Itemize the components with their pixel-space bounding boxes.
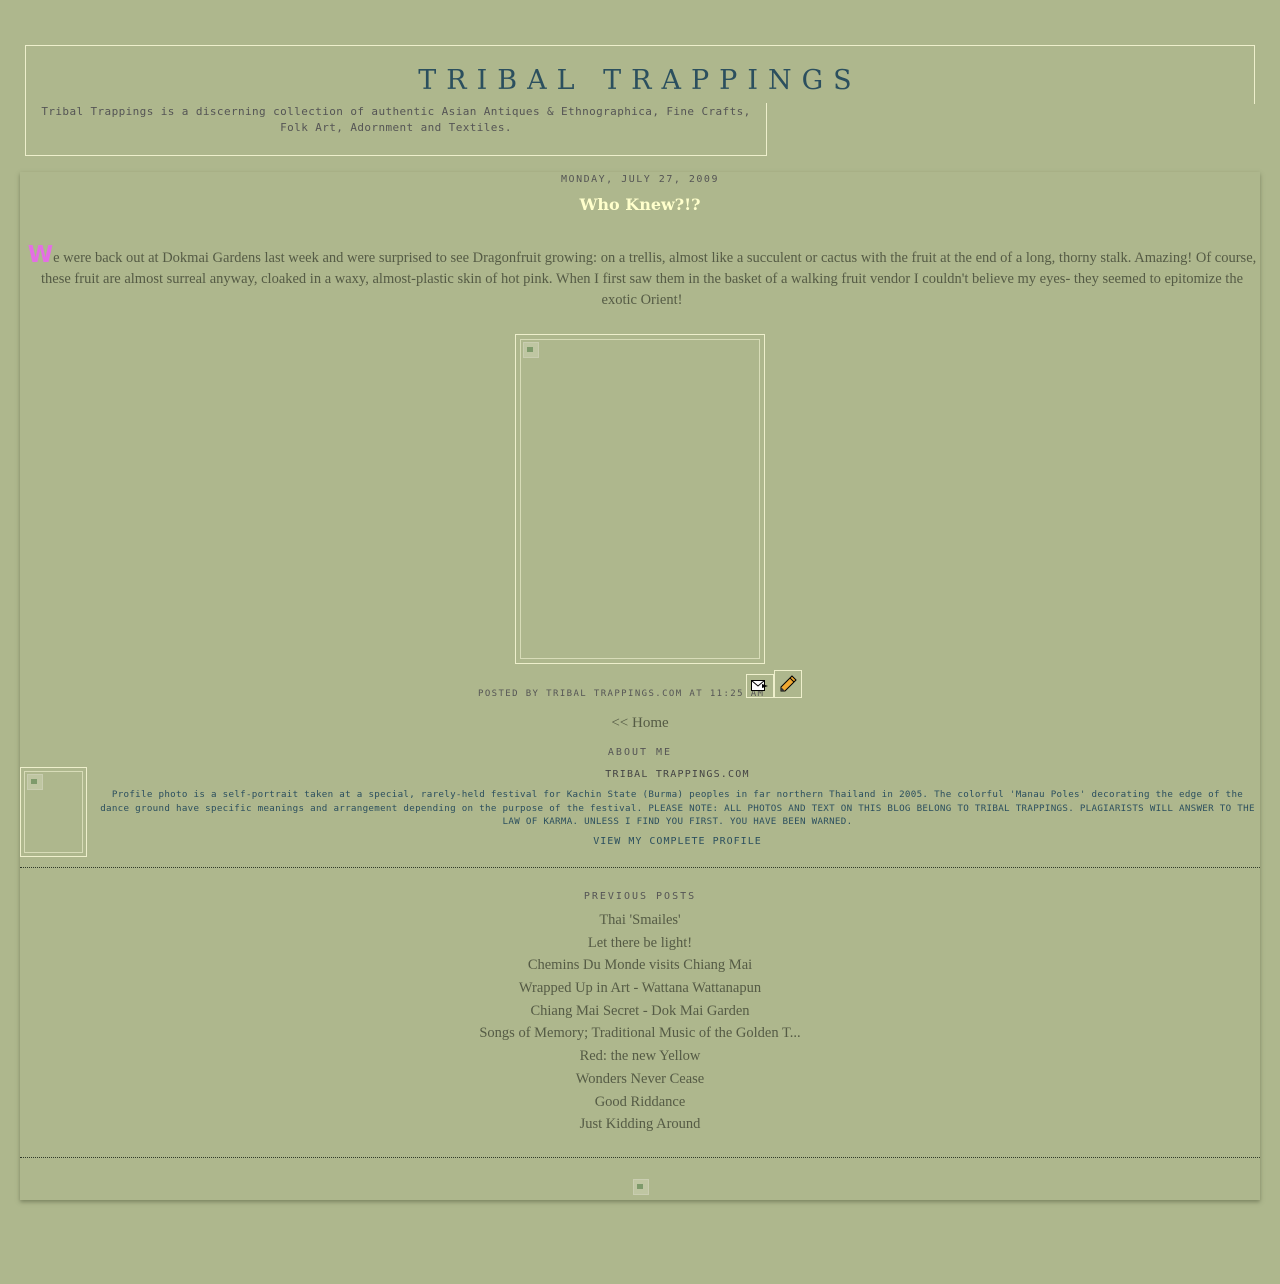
broken-image-icon bbox=[523, 342, 539, 358]
section-divider bbox=[20, 867, 1260, 868]
post-footer: POSTED BY TRIBAL TRAPPINGS.COM AT 11:25 … bbox=[478, 689, 765, 699]
edit-post-button[interactable] bbox=[774, 670, 802, 698]
profile-description: Profile photo is a self-portrait taken a… bbox=[100, 789, 1255, 827]
previous-post-link[interactable]: Thai 'Smailes' bbox=[0, 909, 1280, 932]
previous-posts-heading: PREVIOUS POSTS bbox=[583, 891, 697, 902]
previous-posts-list: Thai 'Smailes' Let there be light! Chemi… bbox=[0, 909, 1280, 1136]
profile-photo-inner bbox=[24, 771, 83, 853]
previous-post-link[interactable]: Good Riddance bbox=[0, 1091, 1280, 1114]
about-me-heading: ABOUT ME bbox=[607, 747, 673, 758]
email-post-icon bbox=[751, 680, 768, 691]
post-title[interactable]: Who Knew?!? bbox=[0, 194, 1280, 216]
profile-photo[interactable] bbox=[20, 767, 87, 857]
view-profile-link[interactable]: VIEW MY COMPLETE PROFILE bbox=[100, 835, 1255, 849]
powered-by-badge[interactable] bbox=[633, 1179, 649, 1195]
drop-cap-letter: W bbox=[27, 242, 54, 268]
previous-post-link[interactable]: Chiang Mai Secret - Dok Mai Garden bbox=[0, 1000, 1280, 1023]
section-divider bbox=[20, 1157, 1260, 1158]
previous-post-link[interactable]: Just Kidding Around bbox=[0, 1113, 1280, 1136]
post-body-text: e were back out at Dokmai Gardens last w… bbox=[41, 250, 1257, 308]
previous-post-link[interactable]: Red: the new Yellow bbox=[0, 1045, 1280, 1068]
blog-title[interactable]: TRIBAL TRAPPINGS bbox=[25, 62, 1255, 100]
previous-post-link[interactable]: Wonders Never Cease bbox=[0, 1068, 1280, 1091]
edit-pencil-icon bbox=[780, 675, 797, 692]
broken-image-icon bbox=[27, 774, 43, 790]
post-image[interactable] bbox=[515, 334, 765, 664]
email-post-button[interactable] bbox=[746, 674, 774, 698]
home-link[interactable]: << Home bbox=[0, 713, 1280, 733]
post-body: We were back out at Dokmai Gardens last … bbox=[22, 244, 1262, 311]
previous-post-link[interactable]: Wrapped Up in Art - Wattana Wattanapun bbox=[0, 977, 1280, 1000]
profile-name: TRIBAL TRAPPINGS.COM bbox=[605, 769, 750, 780]
post-date: MONDAY, JULY 27, 2009 bbox=[561, 174, 719, 185]
previous-post-link[interactable]: Songs of Memory; Traditional Music of th… bbox=[0, 1022, 1280, 1045]
blog-description: Tribal Trappings is a discerning collect… bbox=[41, 105, 751, 134]
previous-post-link[interactable]: Let there be light! bbox=[0, 932, 1280, 955]
post-image-inner bbox=[520, 339, 760, 659]
previous-post-link[interactable]: Chemins Du Monde visits Chiang Mai bbox=[0, 954, 1280, 977]
